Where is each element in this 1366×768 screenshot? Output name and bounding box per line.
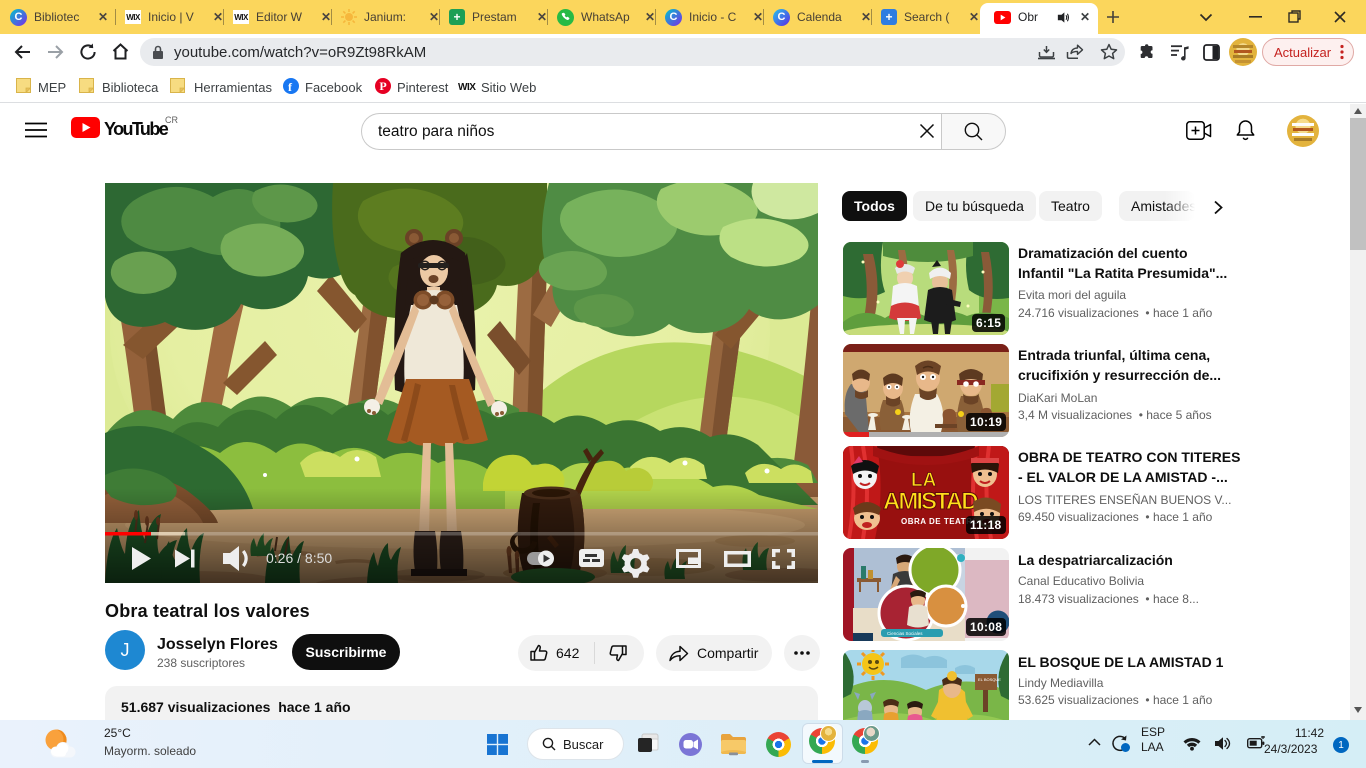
svg-text:AMISTAD: AMISTAD [883,488,978,515]
svg-text:Ciencias Sociales: Ciencias Sociales [887,631,923,636]
svg-text:EL BOSQUE: EL BOSQUE [978,677,1001,682]
svg-text:0:26 / 8:50: 0:26 / 8:50 [266,550,332,566]
